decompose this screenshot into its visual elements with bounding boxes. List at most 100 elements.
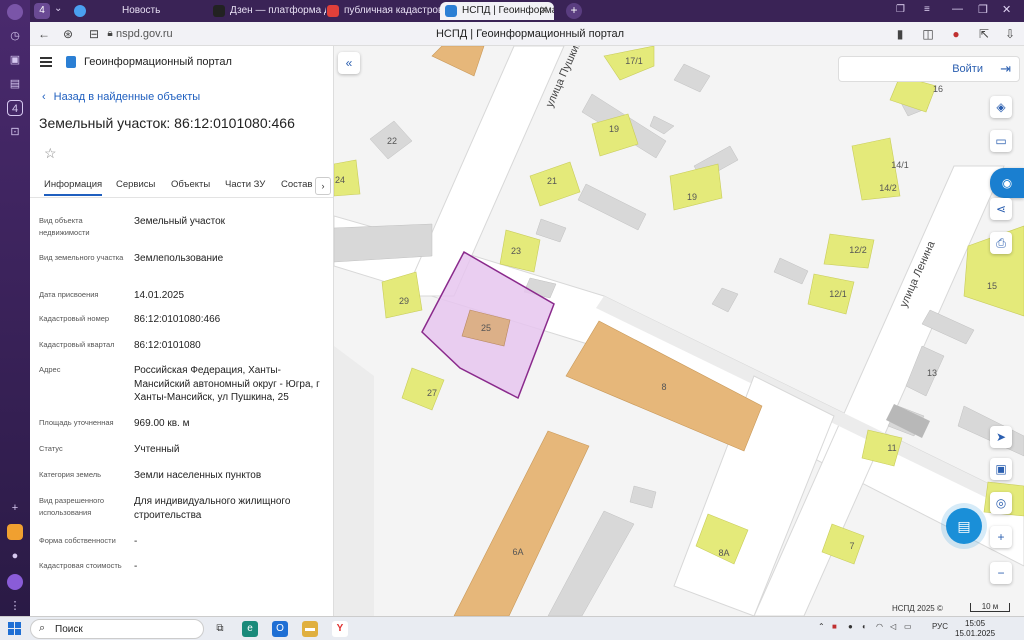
add-icon[interactable]: + [7,500,23,516]
portal-title: Геоинформационный портал [84,56,232,68]
minimize-icon[interactable]: — [952,3,963,15]
downloads-icon[interactable]: ⇩ [1002,26,1018,42]
chevron-right-icon[interactable]: › [315,177,331,195]
tab-nspd[interactable]: НСПД | Геоинформац ✕ [440,2,554,20]
minimap-icon[interactable]: ▣ [990,458,1012,480]
settings-icon[interactable]: ≡ [924,4,930,15]
tab-info[interactable]: Информация [44,179,103,196]
svg-text:14/1: 14/1 [891,160,909,170]
lot-left [334,346,374,616]
close-window-icon[interactable]: ✕ [1002,3,1011,16]
reader-icon[interactable]: ◫ [920,26,936,42]
menu-icon[interactable] [40,57,52,67]
tray-icon[interactable]: ● [848,622,853,631]
tray-icon[interactable]: ◐ [862,622,867,631]
tab-bar: 4 ⌄ Новость Дзен — платформа для п публи… [30,0,1024,22]
messenger-icon[interactable]: ● [7,548,23,564]
volume-icon[interactable]: ◁ [890,622,896,631]
tab-dzen[interactable]: Дзен — платформа для п [208,2,326,20]
extension-icon[interactable]: ● [948,26,964,42]
protect-icon[interactable]: ⊛ [60,26,76,42]
svg-text:14/2: 14/2 [879,183,897,193]
svg-text:25: 25 [481,323,491,333]
explorer-icon[interactable]: ▬ [302,621,318,637]
maximize-icon[interactable]: ❐ [978,3,988,16]
bookmark-icon[interactable]: ▮ [892,26,908,42]
map-view[interactable]: улица Пушкина улица Ленина 17/1 16 22 19… [334,46,1024,616]
map-canvas[interactable]: улица Пушкина улица Ленина 17/1 16 22 19… [334,46,1024,616]
tray-chevron-icon[interactable]: ⌃ [818,622,825,631]
zoom-out-button[interactable]: − [990,562,1012,584]
favorite-star-icon[interactable]: ☆ [44,145,57,162]
chat-button[interactable]: ▤ [946,508,982,544]
svg-text:8: 8 [661,382,666,392]
profile-avatar[interactable] [7,4,23,20]
app-icon[interactable] [7,524,23,540]
object-tabs: Информация Сервисы Объекты Части ЗУ Сост… [30,174,333,198]
tab-news[interactable]: Новость [100,2,210,20]
object-title: Земельный участок: 86:12:0101080:466 [39,115,295,131]
dzen-icon [213,5,225,17]
screenshot-icon[interactable]: ⊡ [7,124,23,140]
tab-menu-icon[interactable]: ❐ [896,4,905,15]
collapse-panel-button[interactable]: « [338,52,360,74]
more-icon[interactable]: ⋮ [7,598,23,614]
yandex-browser-icon[interactable]: Y [332,621,348,637]
pinned-tab-icon[interactable] [74,5,86,17]
svg-text:23: 23 [511,246,521,256]
tab-services[interactable]: Сервисы [116,179,155,190]
edge-icon[interactable]: e [242,621,258,637]
assistant-tab-icon[interactable]: ◉ [990,168,1024,198]
url-field[interactable]: nspd.gov.ru [116,25,173,43]
back-icon[interactable]: ← [36,26,52,42]
alice-icon[interactable] [7,574,23,590]
tabs-counter-icon[interactable]: 4 [7,100,23,116]
outlook-icon[interactable]: O [272,621,288,637]
svg-text:15: 15 [987,281,997,291]
svg-text:12/1: 12/1 [829,289,847,299]
svg-text:17/1: 17/1 [625,56,643,66]
taskbar: ⌕ Поиск ⧉ e O ▬ Y ⌃ ■ ● ◐ ◠ ◁ ▭ РУС 15:0… [0,616,1024,640]
task-view-icon[interactable]: ⧉ [212,621,228,637]
tab-objects[interactable]: Объекты [171,179,210,190]
language-indicator[interactable]: РУС [932,622,948,631]
history-icon[interactable]: ◷ [7,28,23,44]
bookmark-list-icon[interactable]: ⊟ [86,26,102,42]
print-icon[interactable]: ⎙ [990,232,1012,254]
svg-text:13: 13 [927,368,937,378]
map-scale: 10 м [970,603,1010,612]
tab-counter[interactable]: 4 [34,3,50,19]
locate-icon[interactable]: ➤ [990,426,1012,448]
svg-text:24: 24 [335,175,345,185]
tray-app-icon[interactable]: ■ [832,622,837,631]
login-button[interactable]: Войти ⇥ [838,56,1020,82]
svg-text:22: 22 [387,136,397,146]
back-to-results-link[interactable]: ‹ Назад в найденные объекты [42,91,200,103]
portal-logo-icon [66,56,76,68]
pin-icon[interactable]: ◎ [990,492,1012,514]
share-icon[interactable]: ⋖ [990,198,1012,220]
yandex-icon [327,5,339,17]
screen: ◷ ▣ ▤ 4 ⊡ + ● ⋮ 4 ⌄ Новость Дзен — платф… [0,0,1024,640]
start-button[interactable] [8,622,21,635]
taskbar-search[interactable]: ⌕ Поиск [30,619,204,639]
new-tab-button[interactable]: + [566,3,582,19]
zoom-in-button[interactable]: + [990,526,1012,548]
chevron-down-icon[interactable]: ⌄ [54,3,62,14]
tab-composition[interactable]: Состав [281,179,312,190]
login-icon: ⇥ [1000,61,1011,76]
battery-icon[interactable]: ▭ [904,622,912,631]
wifi-icon[interactable]: ◠ [876,622,883,631]
panel-header: Геоинформационный портал [30,46,333,80]
close-tab-icon[interactable]: ✕ [540,2,548,20]
svg-text:21: 21 [547,176,557,186]
tab-cadastral-map[interactable]: публичная кадастровая к [322,2,442,20]
clock[interactable]: 15:05 15.01.2025 [955,619,995,639]
tab-parts[interactable]: Части ЗУ [225,179,265,190]
road-pushkina [403,46,565,297]
collections-icon[interactable]: ▣ [7,52,23,68]
ruler-icon[interactable]: ▭ [990,130,1012,152]
downloads-icon[interactable]: ▤ [7,76,23,92]
share-icon[interactable]: ⇱ [976,26,992,42]
layers-icon[interactable]: ◈ [990,96,1012,118]
